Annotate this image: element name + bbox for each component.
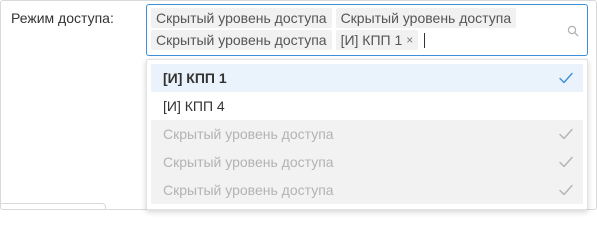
search-icon	[567, 25, 579, 37]
check-icon	[559, 72, 573, 84]
underlying-panel-edge	[0, 203, 106, 210]
remove-tag-icon[interactable]: ×	[406, 30, 413, 50]
text-cursor[interactable]	[424, 32, 426, 48]
option-label: Скрытый уровень доступа	[163, 182, 334, 198]
selected-tag: Скрытый уровень доступа	[151, 8, 332, 28]
selected-tag: [И] КПП 1 ×	[335, 30, 419, 50]
selected-tag: Скрытый уровень доступа	[335, 8, 517, 28]
option-item[interactable]: [И] КПП 1	[151, 64, 583, 92]
access-mode-multiselect[interactable]: Скрытый уровень доступа Скрытый уровень …	[146, 4, 588, 56]
options-dropdown: [И] КПП 1 [И] КПП 4 Скрытый уровень дост…	[146, 59, 588, 210]
tag-label: Скрытый уровень доступа	[156, 10, 327, 26]
check-icon	[559, 156, 573, 168]
tag-label: Скрытый уровень доступа	[156, 32, 327, 48]
option-label: [И] КПП 1	[163, 70, 227, 86]
option-item: Скрытый уровень доступа	[151, 120, 583, 148]
option-item: Скрытый уровень доступа	[151, 148, 583, 176]
option-label: Скрытый уровень доступа	[163, 154, 334, 170]
check-icon	[559, 128, 573, 140]
check-icon	[559, 184, 573, 196]
tag-label: Скрытый уровень доступа	[340, 10, 512, 26]
option-label: [И] КПП 4	[163, 98, 225, 114]
option-item: Скрытый уровень доступа	[151, 176, 583, 204]
access-mode-label: Режим доступа:	[11, 10, 114, 26]
option-label: Скрытый уровень доступа	[163, 126, 334, 142]
option-item[interactable]: [И] КПП 4	[151, 92, 583, 120]
tag-label: [И] КПП 1	[340, 32, 403, 48]
selected-tag: Скрытый уровень доступа	[151, 30, 332, 50]
